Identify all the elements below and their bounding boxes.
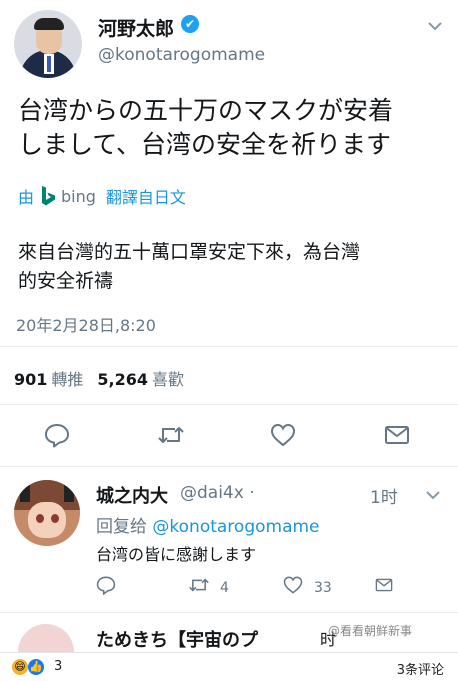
divider [0, 404, 458, 405]
bing-logo-icon [40, 185, 56, 207]
translated-text-line: 來自台灣的五十萬口罩安定下來，為台灣 [18, 241, 361, 263]
reply-icon[interactable] [96, 575, 118, 597]
haha-reaction-icon[interactable]: 😄 [12, 659, 28, 675]
heart-icon[interactable] [283, 575, 305, 597]
retweet-icon[interactable] [157, 422, 185, 450]
chevron-down-icon[interactable] [428, 17, 442, 35]
translate-label: 翻譯自日文 [105, 188, 186, 207]
author-handle[interactable]: @konotarogomame [98, 45, 265, 65]
translate-brand: bing [61, 186, 96, 206]
tweet-text-line: 台湾からの五十万のマスクが安着 [18, 96, 394, 125]
next-reply-author-name[interactable]: ためきち【宇宙のプ [96, 626, 258, 652]
comment-count[interactable]: 3条评论 [397, 659, 444, 678]
divider [0, 346, 458, 347]
tweet-text: 台湾からの五十万のマスクが安着 しまして、台湾の安全を祈ります [18, 94, 448, 162]
tweet-card: 河野太郎 ✔ @konotarogomame 台湾からの五十万のマスクが安着 し… [0, 0, 458, 652]
share-icon[interactable] [384, 422, 412, 450]
reply-author-name[interactable]: 城之内大 [96, 482, 168, 508]
reply-author-avatar[interactable] [14, 480, 80, 546]
reply-to-prefix: 回复给 [96, 517, 147, 537]
reply-icon[interactable] [44, 422, 72, 450]
retweet-icon[interactable] [188, 575, 212, 597]
retweet-label[interactable]: 轉推 [51, 370, 83, 389]
reply-text: 台湾の皆に感謝します [96, 545, 257, 564]
reply-retweet-count: 4 [220, 580, 229, 596]
next-reply-avatar[interactable] [18, 624, 74, 652]
reply-time: 1时 [370, 488, 398, 508]
divider [0, 466, 458, 467]
tweet-timestamp: 20年2月28日,8:20 [16, 316, 156, 335]
verified-badge-icon: ✔ [181, 15, 199, 33]
reply-like-count: 33 [314, 580, 332, 596]
reply-author-handle[interactable]: @dai4x · [180, 483, 255, 503]
like-label[interactable]: 喜歡 [152, 370, 184, 389]
heart-icon[interactable] [270, 422, 298, 450]
tweet-stats: 901 轉推 5,264 喜歡 [14, 366, 198, 390]
post-footer-bar: 😄 👍 3 3条评论 [0, 652, 458, 681]
divider [0, 612, 458, 613]
share-icon[interactable] [374, 576, 396, 596]
translate-prefix: 由 [18, 188, 35, 207]
reply-to-line: 回复给 @konotarogomame [96, 512, 320, 537]
tweet-text-line: しまして、台湾の安全を祈ります [18, 130, 392, 159]
reaction-count[interactable]: 3 [54, 659, 62, 674]
watermark-text: @看看朝鲜新事 [328, 624, 413, 638]
chevron-down-icon[interactable] [426, 486, 440, 504]
reply-to-mention[interactable]: @konotarogomame [152, 517, 319, 537]
translated-text: 來自台灣的五十萬口罩安定下來，為台灣 的安全祈禱 [18, 238, 443, 296]
like-count[interactable]: 5,264 [97, 370, 148, 389]
like-reaction-icon[interactable]: 👍 [28, 659, 44, 675]
translate-attribution[interactable]: 由 bing 翻譯自日文 [18, 184, 186, 208]
translated-text-line: 的安全祈禱 [18, 270, 114, 292]
author-name[interactable]: 河野太郎 [98, 14, 174, 41]
retweet-count[interactable]: 901 [14, 370, 47, 389]
author-avatar[interactable] [14, 10, 82, 78]
